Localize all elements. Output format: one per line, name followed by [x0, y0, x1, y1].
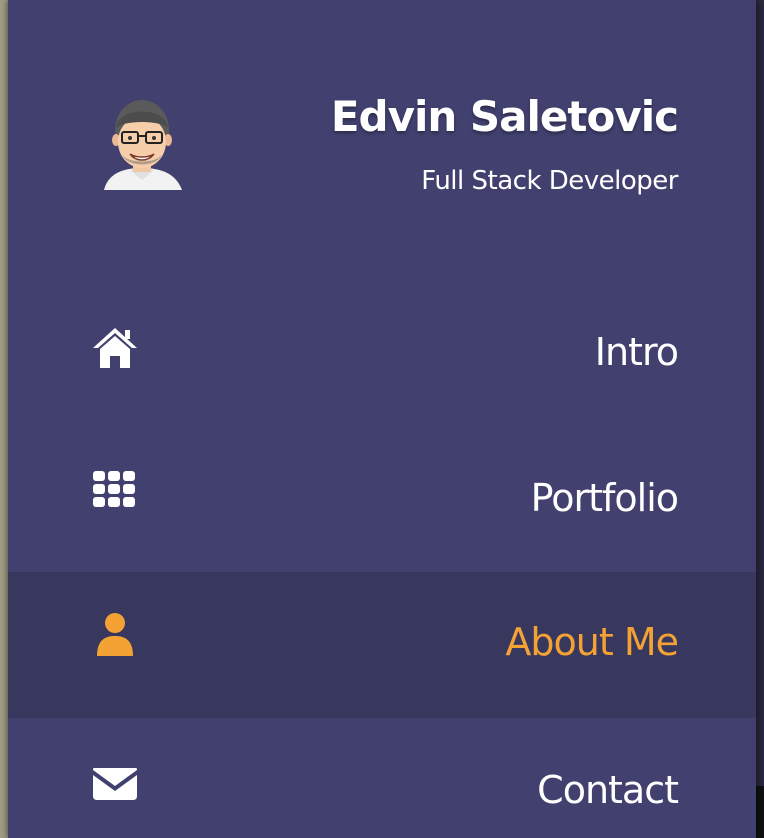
page-edge-left [0, 0, 8, 838]
profile-name: Edvin Saletovic [330, 92, 679, 141]
nav-label-intro: Intro [594, 330, 679, 374]
profile-role: Full Stack Developer [421, 166, 678, 196]
nav-item-contact[interactable]: Contact [8, 718, 756, 838]
grid-icon [93, 471, 135, 507]
sidebar: Edvin Saletovic Full Stack Developer Int… [8, 0, 756, 838]
nav-item-about-me[interactable]: About Me [8, 572, 756, 718]
nav-label-about-me: About Me [505, 620, 679, 664]
home-icon [93, 328, 137, 368]
user-icon [97, 613, 133, 656]
envelope-icon [93, 768, 137, 800]
avatar [104, 100, 182, 190]
nav-item-intro[interactable]: Intro [8, 280, 756, 426]
nav-item-portfolio[interactable]: Portfolio [8, 426, 756, 572]
profile-header: Edvin Saletovic Full Stack Developer [8, 0, 756, 260]
page-corner [756, 786, 764, 838]
nav-label-contact: Contact [537, 768, 679, 812]
nav-label-portfolio: Portfolio [530, 476, 679, 520]
